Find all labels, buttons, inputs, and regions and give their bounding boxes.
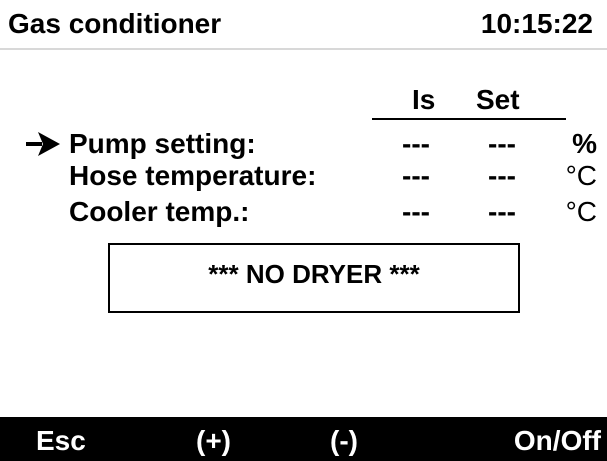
esc-softkey[interactable]: Esc (36, 417, 86, 461)
parameter-row-cooler-temp[interactable]: Cooler temp.: --- --- °C (0, 196, 607, 228)
parameter-set-value: --- (488, 160, 516, 191)
clock: 10:15:22 (480, 8, 593, 39)
column-header-set: Set (476, 84, 520, 115)
parameter-set-value: --- (488, 196, 516, 227)
parameter-unit: °C (565, 196, 597, 227)
gas-conditioner-screen: Gas conditioner 10:15:22 Is Set Pump set… (0, 0, 607, 461)
header-bar: Gas conditioner 10:15:22 (0, 0, 607, 50)
parameter-label: Hose temperature: (69, 160, 317, 191)
parameter-unit: °C (565, 160, 597, 191)
parameter-set-value: --- (488, 128, 516, 159)
parameter-is-value: --- (402, 160, 430, 191)
increment-softkey[interactable]: (+) (196, 417, 231, 461)
parameter-row-pump-setting[interactable]: Pump setting: --- --- % (0, 128, 607, 160)
parameter-label: Cooler temp.: (69, 196, 250, 227)
parameter-row-hose-temperature[interactable]: Hose temperature: --- --- °C (0, 160, 607, 192)
status-message: *** NO DRYER *** (208, 258, 420, 289)
arrow-right-icon (26, 132, 60, 156)
status-message-box: *** NO DRYER *** (108, 243, 520, 313)
decrement-softkey[interactable]: (-) (330, 417, 358, 461)
parameter-label: Pump setting: (69, 128, 256, 159)
parameter-is-value: --- (402, 128, 430, 159)
column-header-is: Is (412, 84, 436, 115)
column-header-divider (372, 118, 566, 120)
page-title: Gas conditioner (8, 8, 222, 39)
parameter-is-value: --- (402, 196, 430, 227)
parameter-unit: % (572, 128, 597, 159)
softkey-bar: Esc (+) (-) On/Off (0, 417, 607, 461)
on-off-softkey[interactable]: On/Off (514, 417, 601, 461)
